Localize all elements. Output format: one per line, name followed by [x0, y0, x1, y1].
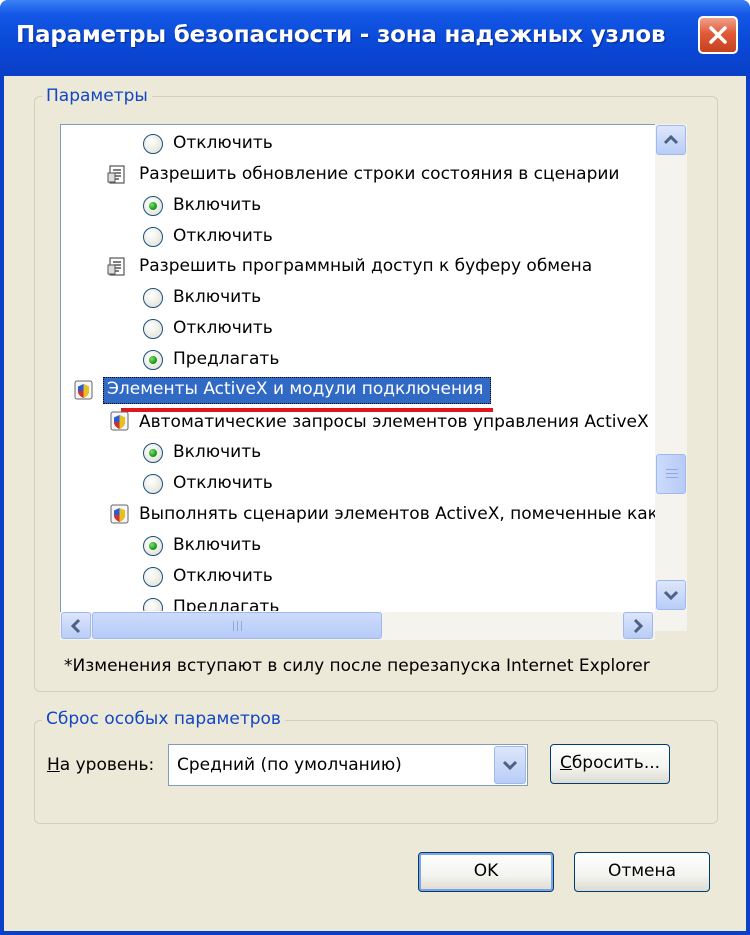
level-dropdown[interactable]: Средний (по умолчанию)	[168, 744, 528, 786]
dialog-client-area: Параметры Отключить Разрешить обновление…	[4, 76, 746, 931]
title-bar[interactable]: Параметры безопасности - зона надежных у…	[0, 0, 750, 76]
chevron-right-icon	[633, 618, 644, 634]
activex-shield-icon	[73, 379, 95, 401]
radio-label[interactable]: Отключить	[173, 566, 273, 586]
radio-button[interactable]	[143, 319, 163, 339]
reset-button[interactable]: Сбросить...	[550, 744, 670, 784]
scroll-down-button[interactable]	[656, 580, 686, 610]
radio-button[interactable]	[143, 134, 163, 154]
setting-label[interactable]: Разрешить программный доступ к буферу об…	[139, 256, 592, 276]
script-settings-icon	[107, 256, 129, 278]
setting-label[interactable]: Выполнять сценарии элементов ActiveX, по…	[139, 504, 658, 524]
radio-button[interactable]	[143, 474, 163, 494]
vertical-scroll-thumb[interactable]	[656, 454, 686, 494]
setting-label[interactable]: Разрешить обновление строки состояния в …	[139, 164, 619, 184]
settings-group-legend: Параметры	[42, 86, 152, 106]
radio-label[interactable]: Отключить	[173, 318, 273, 338]
scroll-up-button[interactable]	[656, 125, 686, 155]
radio-label[interactable]: Включить	[173, 535, 261, 555]
vertical-scrollbar[interactable]	[655, 124, 687, 631]
radio-button-checked[interactable]	[143, 196, 163, 216]
radio-label[interactable]: Отключить	[173, 133, 273, 153]
radio-label[interactable]: Включить	[173, 442, 261, 462]
cancel-button[interactable]: Отмена	[574, 852, 710, 892]
script-settings-icon	[107, 164, 129, 186]
close-icon	[709, 26, 727, 44]
close-button[interactable]	[698, 16, 738, 54]
radio-button-checked[interactable]	[143, 443, 163, 463]
scroll-left-button[interactable]	[61, 612, 91, 639]
scroll-right-button[interactable]	[623, 612, 653, 639]
activex-shield-icon	[109, 503, 131, 525]
radio-button[interactable]	[143, 598, 163, 611]
level-label: На уровень:	[47, 755, 155, 775]
radio-button[interactable]	[143, 567, 163, 587]
scrollbar-corner	[655, 631, 687, 640]
chevron-up-icon	[663, 134, 679, 145]
setting-label[interactable]: Автоматические запросы элементов управле…	[139, 412, 649, 432]
chevron-down-icon	[502, 760, 518, 771]
radio-button[interactable]	[143, 227, 163, 247]
radio-label[interactable]: Предлагать	[173, 349, 279, 369]
reset-group-legend: Сброс особых параметров	[42, 709, 285, 729]
dialog-title: Параметры безопасности - зона надежных у…	[16, 22, 666, 48]
category-label[interactable]: Элементы ActiveX и модули подключения	[107, 379, 483, 399]
dialog-window: Параметры безопасности - зона надежных у…	[0, 0, 750, 935]
radio-label[interactable]: Отключить	[173, 473, 273, 493]
restart-note: *Изменения вступают в силу после перезап…	[64, 656, 650, 676]
radio-button-checked[interactable]	[143, 350, 163, 370]
settings-tree[interactable]: Отключить Разрешить обновление строки со…	[60, 124, 687, 631]
ok-button[interactable]: OK	[418, 852, 554, 892]
radio-button-checked[interactable]	[143, 536, 163, 556]
clipped-row: Предлагать	[61, 591, 655, 611]
dropdown-button[interactable]	[494, 746, 526, 784]
radio-button[interactable]	[143, 288, 163, 308]
level-dropdown-value: Средний (по умолчанию)	[177, 755, 402, 775]
radio-label[interactable]: Включить	[173, 195, 261, 215]
radio-label[interactable]: Включить	[173, 287, 261, 307]
radio-label[interactable]: Отключить	[173, 226, 273, 246]
horizontal-scrollbar[interactable]	[60, 612, 655, 640]
chevron-left-icon	[70, 618, 81, 634]
radio-label[interactable]: Предлагать	[173, 597, 279, 611]
horizontal-scroll-thumb[interactable]	[92, 612, 382, 639]
activex-shield-icon	[109, 410, 131, 432]
chevron-down-icon	[663, 590, 679, 601]
